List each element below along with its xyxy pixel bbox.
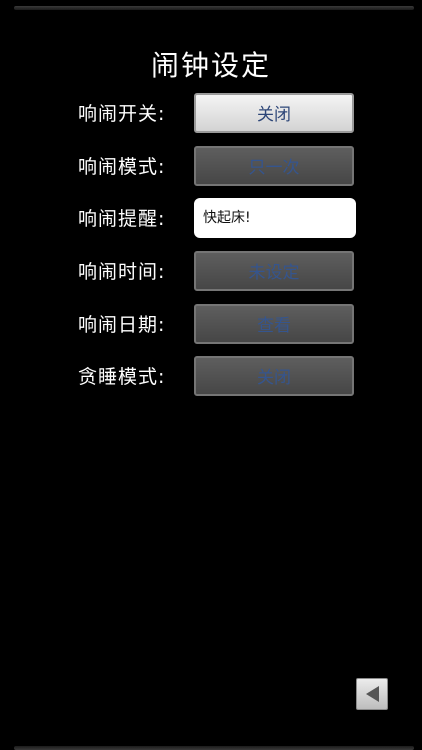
alarm-date-button[interactable]: 查看 — [194, 304, 354, 344]
alarm-mode-button[interactable]: 只一次 — [194, 146, 354, 186]
row-alarm-reminder: 响闹提醒: 快起床! — [0, 198, 422, 240]
alarm-switch-button[interactable]: 关闭 — [194, 93, 354, 133]
alarm-date-label: 响闹日期: — [78, 314, 166, 336]
alarm-settings-screen: 闹钟设定 响闹开关: 关闭 响闹模式: 只一次 响闹提醒: 快起床! 响闹时间:… — [0, 0, 422, 750]
triangle-left-icon — [366, 686, 379, 702]
bottom-divider — [14, 746, 414, 750]
back-button[interactable] — [356, 678, 388, 710]
alarm-reminder-input[interactable]: 快起床! — [194, 198, 356, 238]
row-alarm-time: 响闹时间: 未设定 — [0, 251, 422, 293]
alarm-mode-label: 响闹模式: — [78, 156, 166, 178]
top-divider — [14, 6, 414, 10]
alarm-reminder-label: 响闹提醒: — [78, 208, 166, 230]
row-alarm-mode: 响闹模式: 只一次 — [0, 146, 422, 188]
alarm-switch-label: 响闹开关: — [78, 103, 166, 125]
alarm-time-label: 响闹时间: — [78, 261, 166, 283]
snooze-mode-button[interactable]: 关闭 — [194, 356, 354, 396]
snooze-mode-label: 贪睡模式: — [78, 366, 166, 388]
page-title: 闹钟设定 — [150, 49, 271, 82]
alarm-time-button[interactable]: 未设定 — [194, 251, 354, 291]
row-alarm-switch: 响闹开关: 关闭 — [0, 93, 422, 135]
row-alarm-date: 响闹日期: 查看 — [0, 304, 422, 346]
row-snooze-mode: 贪睡模式: 关闭 — [0, 356, 422, 398]
